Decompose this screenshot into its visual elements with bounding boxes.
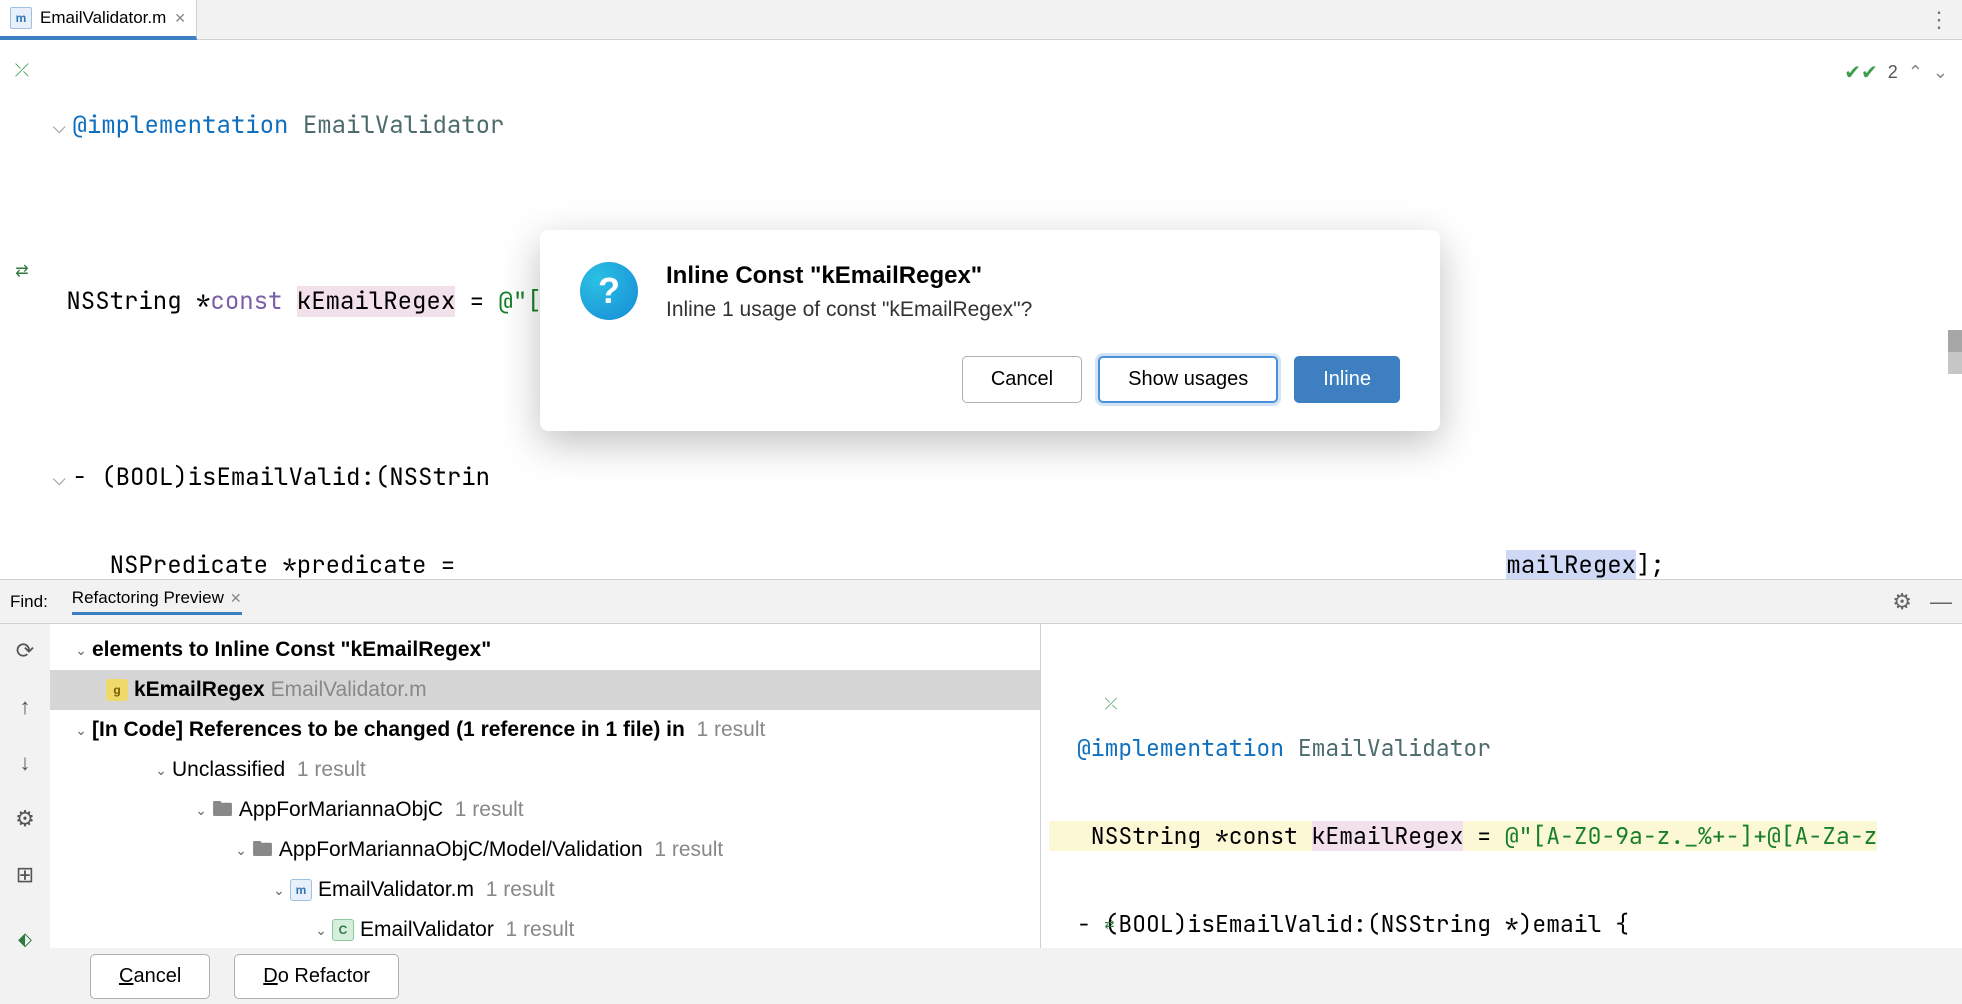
code-text: ]; — [1636, 550, 1665, 579]
code-string: @"[A-Z0-9a-z._%+-]+@[A-Za-z — [1505, 821, 1878, 851]
tree-result-count: 1 result — [696, 710, 765, 750]
tree-result-count: 1 result — [506, 910, 575, 950]
code-text: * — [196, 286, 210, 317]
question-icon: ? — [580, 262, 638, 320]
chevron-down-icon[interactable]: ⌄ — [190, 790, 212, 830]
close-icon[interactable]: ✕ — [230, 590, 242, 607]
do-refactor-button[interactable]: Do Refactor — [234, 954, 399, 999]
tree-result-count: 1 result — [486, 870, 555, 910]
structure-icon[interactable]: ⤫ — [15, 60, 29, 81]
chevron-down-icon[interactable]: ⌄ — [230, 830, 252, 870]
folder-icon: 🖿 — [212, 790, 233, 830]
editor-tabbar: m EmailValidator.m ✕ ⋮ — [0, 0, 1962, 40]
inspection-count: 2 — [1888, 62, 1898, 83]
code-text: = — [1463, 821, 1504, 851]
chevron-down-icon[interactable]: ⌄ — [268, 870, 290, 910]
tab-label: Refactoring Preview — [72, 588, 224, 608]
tree-item[interactable]: ⌄ m EmailValidator.m 1 result — [50, 870, 1040, 910]
preview-gutter: ⤫ ⇄ — [1047, 638, 1117, 964]
find-toolbar: Find: Refactoring Preview ✕ ⚙ — — [0, 580, 1962, 624]
objc-file-icon: m — [290, 879, 312, 901]
refresh-icon[interactable]: ⟳ — [16, 638, 34, 664]
tree-result-count: 1 result — [297, 750, 366, 790]
code-text: const — [210, 286, 296, 317]
file-tab[interactable]: m EmailValidator.m ✕ — [0, 0, 197, 40]
cancel-button[interactable]: Cancel — [90, 954, 210, 999]
layout-icon[interactable]: ⊞ — [16, 862, 34, 888]
tree-label: Unclassified — [172, 750, 285, 790]
gear-icon[interactable]: ⚙ — [15, 806, 35, 832]
tab-options-icon[interactable]: ⋮ — [1914, 0, 1962, 39]
tree-label: elements to Inline Const "kEmailRegex" — [92, 630, 491, 670]
tree-item[interactable]: ⌄ C EmailValidator 1 result — [50, 910, 1040, 950]
check-icon: ✔✔ — [1844, 60, 1878, 85]
code-text: - (BOOL)isEmailValid:(NSStrin — [72, 462, 490, 493]
code-highlight: kEmailRegex — [297, 286, 455, 317]
editor-gutter: ⤫ ⇄ — [0, 40, 44, 579]
swap-icon[interactable]: ⇄ — [15, 261, 28, 281]
tree-item[interactable]: ⌄ Unclassified 1 result — [50, 750, 1040, 790]
close-icon[interactable]: ✕ — [174, 10, 186, 27]
code-text: EmailValidator — [303, 110, 505, 141]
tree-result-count: 1 result — [654, 830, 723, 870]
objc-file-icon: m — [10, 7, 32, 29]
tree-label: [In Code] References to be changed (1 re… — [92, 710, 685, 750]
dialog-message: Inline 1 usage of const "kEmailRegex"? — [666, 298, 1032, 322]
tree-item[interactable]: ⌄ 🖿 AppForMariannaObjC/Model/Validation … — [50, 830, 1040, 870]
structure-icon: ⤫ — [1105, 693, 1118, 714]
tree-result-count: 1 result — [455, 790, 524, 830]
minimize-icon[interactable]: — — [1930, 589, 1952, 615]
chevron-up-icon[interactable]: ⌃ — [1908, 62, 1923, 83]
code-selection: mailRegex — [1506, 550, 1636, 579]
code-highlight: kEmailRegex — [1312, 821, 1464, 851]
chevron-down-icon[interactable]: ⌄ — [70, 710, 92, 750]
tree-label: EmailValidator.m — [318, 870, 474, 910]
chevron-down-icon[interactable]: ⌄ — [310, 910, 332, 950]
tree-label: AppForMariannaObjC — [239, 790, 443, 830]
tree-label: EmailValidator — [360, 910, 494, 950]
chevron-down-icon[interactable]: ⌄ — [150, 750, 172, 790]
gear-icon[interactable]: ⚙ — [1892, 589, 1912, 615]
refactoring-preview-tab[interactable]: Refactoring Preview ✕ — [72, 588, 242, 615]
swap-icon: ⇄ — [1105, 913, 1115, 934]
tab-filename: EmailValidator.m — [40, 8, 166, 28]
tree-label: AppForMariannaObjC/Model/Validation — [279, 830, 643, 870]
inline-button[interactable]: Inline — [1294, 356, 1400, 403]
tree-label-location: EmailValidator.m — [271, 670, 427, 710]
preview-toolbar: ⟳ ↑ ↓ ⚙ ⊞ — [0, 624, 50, 964]
show-usages-button[interactable]: Show usages — [1098, 356, 1278, 403]
arrow-down-icon[interactable]: ↓ — [20, 750, 31, 776]
class-icon: C — [332, 919, 354, 941]
tree-item[interactable]: ⌄ 🖿 AppForMariannaObjC 1 result — [50, 790, 1040, 830]
tree-label: kEmailRegex — [134, 670, 265, 710]
inline-dialog: ? Inline Const "kEmailRegex" Inline 1 us… — [540, 230, 1440, 431]
folder-icon: 🖿 — [252, 830, 273, 870]
usages-tree[interactable]: ⌄ elements to Inline Const "kEmailRegex"… — [50, 624, 1040, 964]
cancel-button[interactable]: Cancel — [962, 356, 1082, 403]
tree-root[interactable]: ⌄ elements to Inline Const "kEmailRegex" — [50, 630, 1040, 670]
code-text: NSString — [66, 286, 196, 317]
code-text: EmailValidator — [1298, 733, 1491, 763]
code-text: @implementation — [72, 110, 288, 141]
preview-editor[interactable]: ⤫ ⇄ @implementation EmailValidator NSStr… — [1040, 624, 1962, 964]
inspection-widget[interactable]: ✔✔ 2 ⌃ ⌄ — [1844, 60, 1948, 85]
marker-stripe[interactable] — [1948, 352, 1962, 374]
refactor-action-bar: Cancel Do Refactor — [0, 948, 1962, 1004]
diff-icon[interactable]: ⬖ — [18, 929, 32, 950]
code-text: - (BOOL)isEmailValid:(NSString *)email { — [1077, 909, 1629, 939]
refactoring-preview-pane: ⟳ ↑ ↓ ⚙ ⊞ ⌄ elements to Inline Const "kE… — [0, 624, 1962, 964]
chevron-down-icon[interactable]: ⌄ — [70, 630, 92, 670]
code-text: NSPredicate *predicate = — [52, 550, 470, 579]
marker-stripe[interactable] — [1948, 330, 1962, 352]
dialog-title: Inline Const "kEmailRegex" — [666, 262, 1032, 290]
chevron-down-icon[interactable]: ⌄ — [1933, 62, 1948, 83]
code-text: = — [455, 286, 498, 317]
global-icon: g — [106, 679, 128, 701]
tree-references-header[interactable]: ⌄ [In Code] References to be changed (1 … — [50, 710, 1040, 750]
find-label: Find: — [10, 592, 48, 612]
tree-item-selected[interactable]: g kEmailRegex EmailValidator.m — [50, 670, 1040, 710]
arrow-up-icon[interactable]: ↑ — [20, 694, 31, 720]
